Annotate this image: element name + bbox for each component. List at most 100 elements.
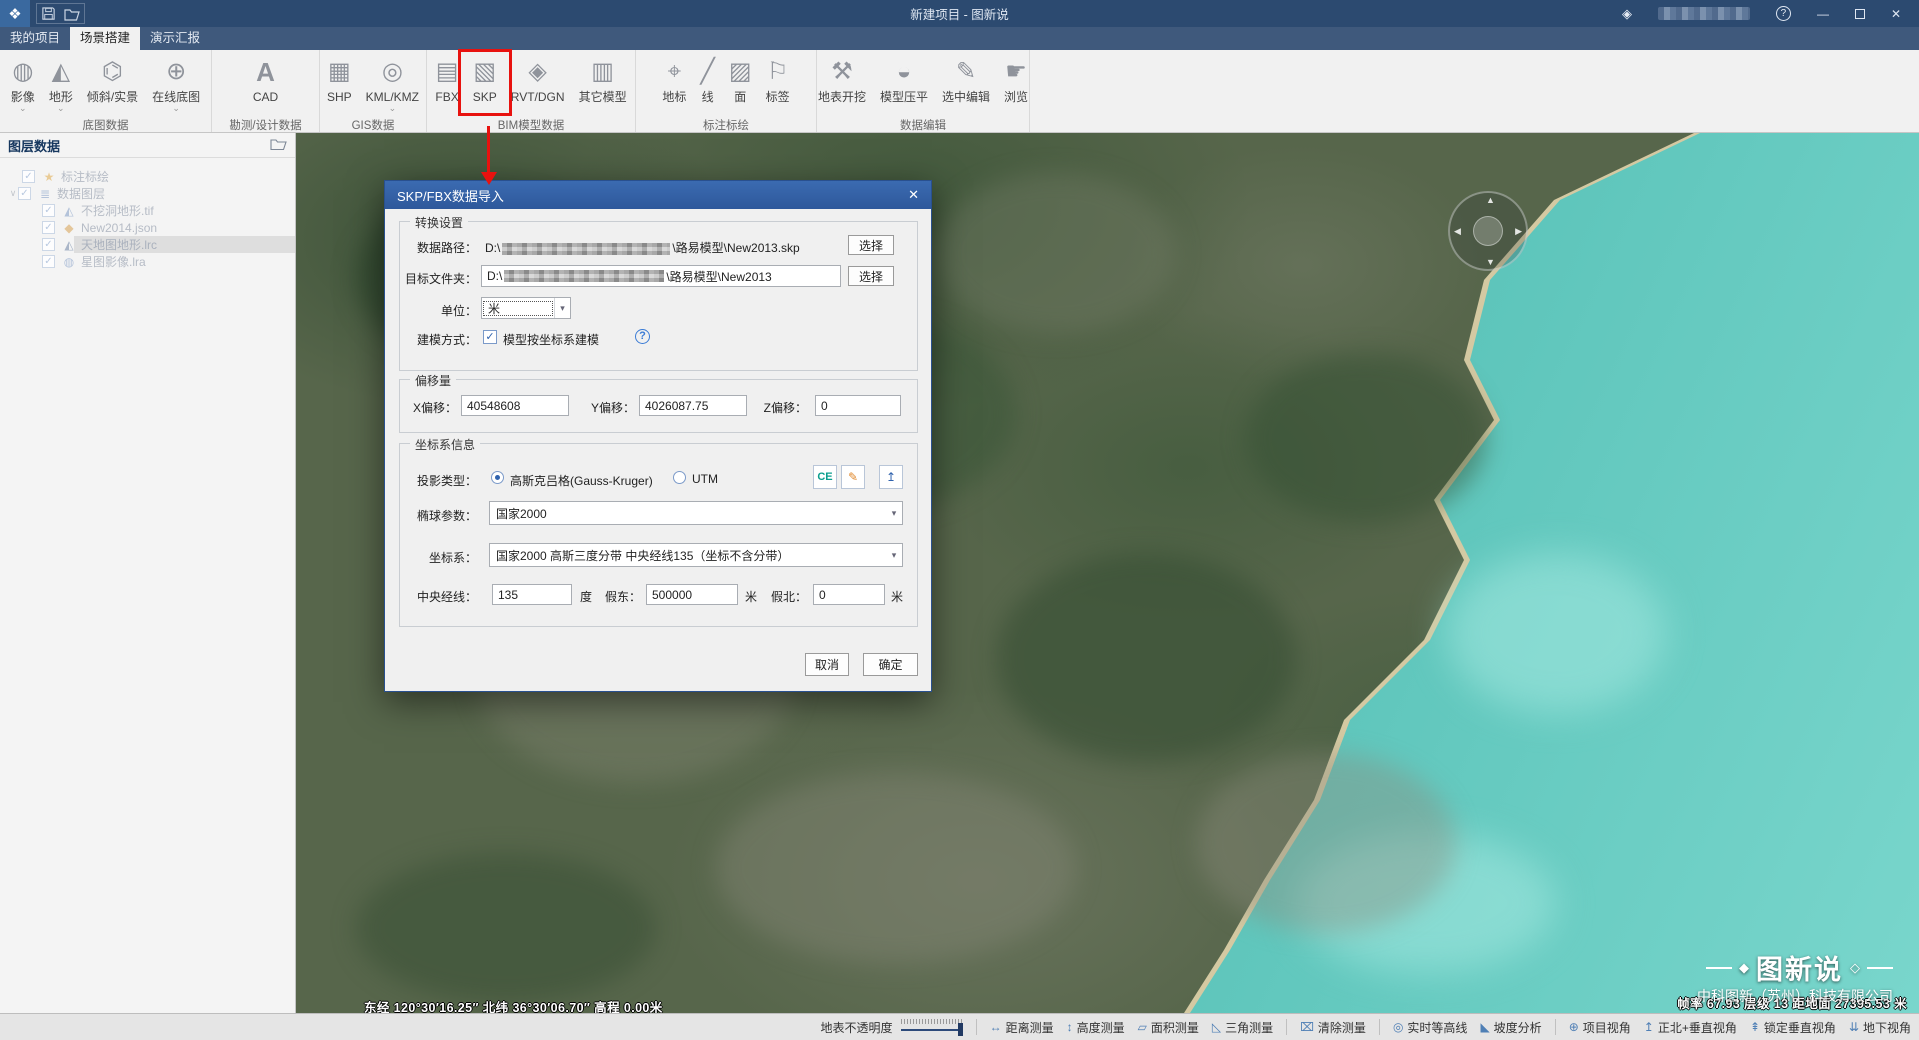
- pan-down-icon[interactable]: ▼: [1486, 257, 1495, 267]
- tool-underground-view[interactable]: ⇊ 地下视角: [1849, 1019, 1911, 1036]
- triangle-measure-icon: ◺: [1212, 1020, 1221, 1034]
- compass-navigation-control[interactable]: ▲ ▼ ◀ ▶: [1448, 191, 1528, 271]
- y-offset-input[interactable]: [639, 395, 747, 416]
- ribbon-group-gis: ▦ SHP ◎ KML/KMZ ⌄ GIS数据: [320, 50, 427, 132]
- tab-presentation[interactable]: 演示汇报: [140, 27, 210, 50]
- false-northing-input[interactable]: [813, 584, 885, 605]
- tool-label: 实时等高线: [1407, 1019, 1467, 1036]
- utm-radio[interactable]: [673, 471, 686, 484]
- layer-checkbox[interactable]: ✓: [42, 238, 55, 251]
- ribbon-item-shp[interactable]: ▦ SHP: [320, 54, 359, 104]
- close-button[interactable]: ✕: [1891, 7, 1901, 21]
- tree-expander-icon[interactable]: ∨: [8, 188, 18, 199]
- coordinate-search-button[interactable]: CE: [813, 465, 837, 489]
- layer-checkbox[interactable]: ✓: [42, 204, 55, 217]
- modeling-checkbox-label[interactable]: 模型按坐标系建模: [503, 331, 599, 348]
- layer-checkbox[interactable]: ✓: [42, 255, 55, 268]
- ribbon-item-kml[interactable]: ◎ KML/KMZ ⌄: [359, 54, 426, 113]
- tool-project-view[interactable]: ⊕ 项目视角: [1569, 1019, 1631, 1036]
- app-logo-icon[interactable]: ❖: [0, 0, 30, 27]
- central-meridian-input[interactable]: [492, 584, 572, 605]
- layer-row-tianditu-terrain[interactable]: ✓ ◭ 天地图地形.lrc: [0, 236, 295, 253]
- ribbon-item-online-basemap[interactable]: ⊕ 在线底图 ⌄: [145, 54, 207, 113]
- tool-slope-analysis[interactable]: ◣ 坡度分析: [1480, 1019, 1541, 1036]
- ribbon-item-line[interactable]: ╱ 线: [693, 54, 721, 104]
- browse-data-path-button[interactable]: 选择: [848, 235, 894, 255]
- dropdown-arrow-icon[interactable]: ▾: [554, 298, 570, 318]
- redacted-path-segment: [502, 243, 670, 255]
- maximize-button[interactable]: [1855, 9, 1865, 19]
- chevron-down-icon[interactable]: ⌄: [172, 104, 180, 113]
- dropdown-arrow-icon[interactable]: ▾: [886, 502, 902, 524]
- cancel-button[interactable]: 取消: [805, 653, 849, 676]
- layer-row-terrain-tif[interactable]: ✓ ◭ 不挖洞地形.tif: [0, 202, 295, 219]
- utm-radio-label[interactable]: UTM: [692, 472, 718, 486]
- ribbon-item-placemark[interactable]: ⌖ 地标: [655, 54, 693, 104]
- tool-north-vertical-view[interactable]: ↥ 正北+垂直视角: [1644, 1019, 1737, 1036]
- coordinate-axis-button[interactable]: ↥: [879, 465, 903, 489]
- save-button[interactable]: [41, 6, 56, 21]
- unit-select[interactable]: 米 ▾: [481, 297, 571, 319]
- tool-height-measure[interactable]: ↕ 高度测量: [1067, 1019, 1125, 1036]
- pan-up-icon[interactable]: ▲: [1486, 195, 1495, 205]
- pan-left-icon[interactable]: ◀: [1454, 226, 1461, 237]
- layer-row-data-layers[interactable]: ∨ ✓ ≣ 数据图层: [0, 185, 295, 202]
- ribbon-item-terrain[interactable]: ◭ 地形 ⌄: [42, 54, 80, 113]
- chevron-down-icon[interactable]: ⌄: [389, 104, 397, 113]
- target-folder-input[interactable]: D:\\路易模型\New2013: [481, 265, 841, 287]
- open-project-button[interactable]: [64, 7, 80, 21]
- layer-checkbox[interactable]: ✓: [22, 170, 35, 183]
- coordinate-edit-button[interactable]: ✎: [841, 465, 865, 489]
- tool-clear-measure[interactable]: ⌧ 清除测量: [1300, 1019, 1366, 1036]
- gauss-kruger-radio-label[interactable]: 高斯克吕格(Gauss-Kruger): [510, 472, 653, 489]
- ribbon-item-excavate[interactable]: ⚒ 地表开挖: [811, 54, 873, 104]
- tool-lock-vertical-view[interactable]: ⇞ 锁定垂直视角: [1750, 1019, 1836, 1036]
- chevron-down-icon[interactable]: ⌄: [57, 104, 65, 113]
- crs-select[interactable]: 国家2000 高斯三度分带 中央经线135（坐标不含分带） ▾: [489, 543, 903, 567]
- z-offset-input[interactable]: [815, 395, 901, 416]
- ribbon-item-imagery[interactable]: ◍ 影像 ⌄: [4, 54, 42, 113]
- modeling-checkbox[interactable]: ✓: [483, 330, 497, 344]
- x-offset-input[interactable]: [461, 395, 569, 416]
- dialog-close-icon[interactable]: ✕: [908, 187, 919, 203]
- vip-diamond-icon[interactable]: ◈: [1622, 6, 1632, 22]
- tool-area-measure[interactable]: ▱ 面积测量: [1138, 1019, 1199, 1036]
- tool-distance-measure[interactable]: ↔ 距离测量: [990, 1019, 1054, 1036]
- gauss-kruger-radio[interactable]: [491, 471, 504, 484]
- layer-row-annotation[interactable]: ✓ ★ 标注标绘: [0, 168, 295, 185]
- ribbon-item-polygon[interactable]: ▨ 面: [722, 54, 759, 104]
- ribbon-item-other-model[interactable]: ▥ 其它模型: [572, 54, 634, 104]
- layer-row-imagery-lra[interactable]: ✓ ◍ 星图影像.lra: [0, 253, 295, 270]
- layer-checkbox[interactable]: ✓: [18, 187, 31, 200]
- pan-right-icon[interactable]: ▶: [1515, 226, 1522, 237]
- help-icon[interactable]: ?: [1776, 6, 1791, 21]
- ribbon-item-cad[interactable]: A CAD: [246, 54, 285, 104]
- chevron-down-icon[interactable]: ⌄: [19, 104, 27, 113]
- area-measure-icon: ▱: [1138, 1020, 1147, 1034]
- dialog-title-bar[interactable]: SKP/FBX数据导入 ✕: [385, 181, 931, 209]
- ribbon-item-skp[interactable]: ▧ SKP: [466, 54, 504, 104]
- tab-scene-build[interactable]: 场景搭建: [70, 27, 140, 50]
- ellipsoid-select[interactable]: 国家2000 ▾: [489, 501, 903, 525]
- help-circle-icon[interactable]: ?: [635, 329, 650, 344]
- compass-knob[interactable]: [1473, 216, 1503, 246]
- tool-realtime-contour[interactable]: ◎ 实时等高线: [1393, 1019, 1468, 1036]
- surface-opacity-slider[interactable]: [901, 1019, 963, 1035]
- ribbon-item-oblique[interactable]: ⌬ 倾斜/实景: [80, 54, 145, 104]
- ribbon-item-select-edit[interactable]: ✎ 选中编辑: [935, 54, 997, 104]
- tab-my-projects[interactable]: 我的项目: [0, 27, 70, 50]
- user-name-redacted[interactable]: [1658, 7, 1750, 20]
- minimize-button[interactable]: —: [1817, 7, 1829, 21]
- dropdown-arrow-icon[interactable]: ▾: [886, 544, 902, 566]
- layer-checkbox[interactable]: ✓: [42, 221, 55, 234]
- false-easting-input[interactable]: [646, 584, 738, 605]
- ribbon-item-tag[interactable]: ⚐ 标签: [759, 54, 797, 104]
- ok-button[interactable]: 确定: [863, 653, 918, 676]
- slider-handle[interactable]: [958, 1023, 963, 1036]
- browse-target-folder-button[interactable]: 选择: [848, 266, 894, 286]
- open-layer-folder-icon[interactable]: [270, 137, 287, 153]
- tool-triangle-measure[interactable]: ◺ 三角测量: [1212, 1019, 1273, 1036]
- layer-row-new2014[interactable]: ✓ ◆ New2014.json: [0, 219, 295, 236]
- ribbon-item-flatten[interactable]: ◒ 模型压平: [873, 54, 935, 104]
- ribbon-item-rvt-dgn[interactable]: ◈ RVT/DGN: [504, 54, 572, 104]
